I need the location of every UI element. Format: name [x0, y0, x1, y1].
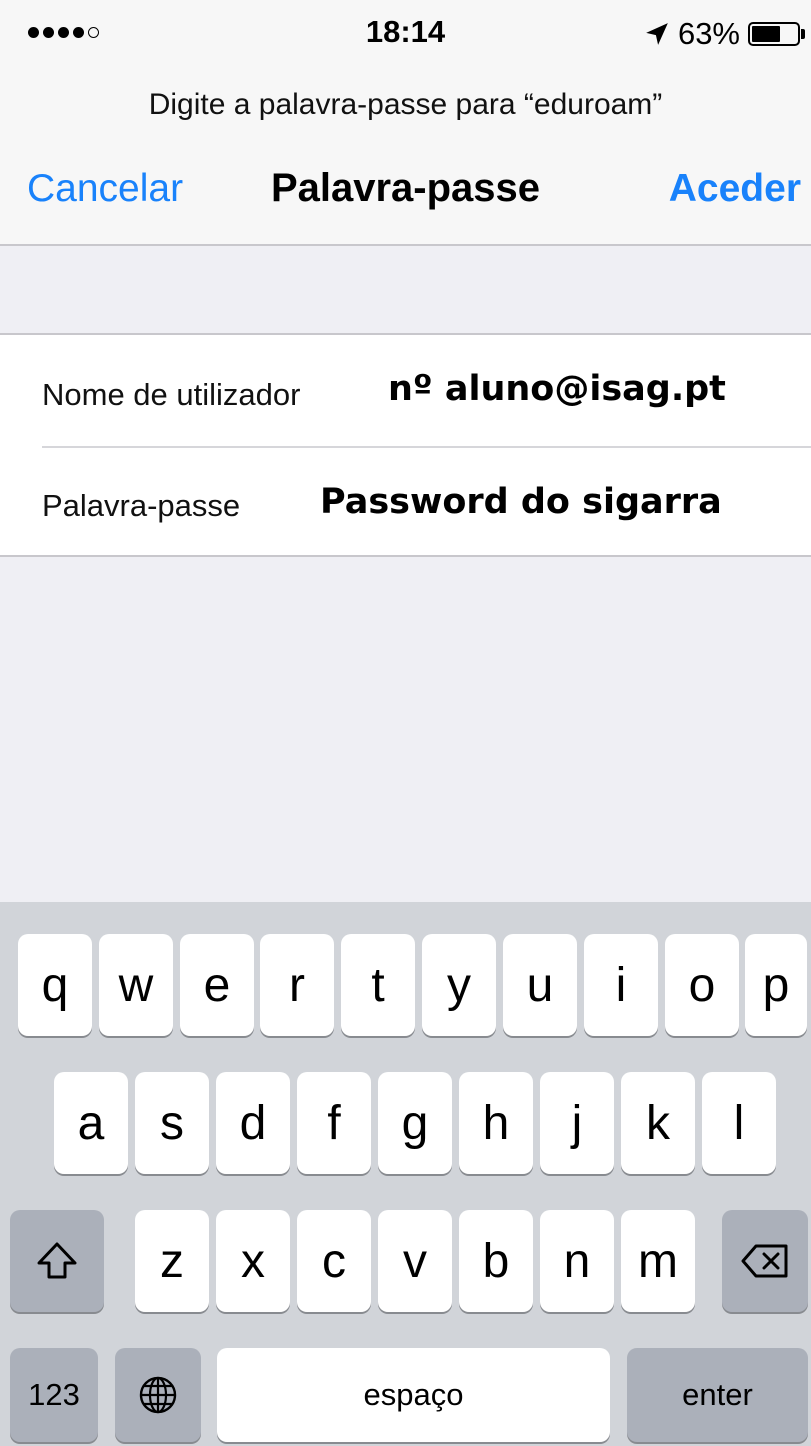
key-f[interactable]: f	[297, 1072, 371, 1174]
key-i[interactable]: i	[584, 934, 658, 1036]
key-e[interactable]: e	[180, 934, 254, 1036]
key-k[interactable]: k	[621, 1072, 695, 1174]
key-y[interactable]: y	[422, 934, 496, 1036]
key-x[interactable]: x	[216, 1210, 290, 1312]
nav-bar: Digite a palavra-passe para “eduroam” Ca…	[0, 64, 811, 246]
network-prompt: Digite a palavra-passe para “eduroam”	[148, 88, 663, 121]
battery-fill	[752, 26, 780, 42]
key-w[interactable]: w	[99, 934, 173, 1036]
key-p[interactable]: p	[745, 934, 807, 1036]
join-button[interactable]: Aceder	[669, 167, 801, 211]
battery-percent: 63%	[677, 16, 740, 51]
numbers-key[interactable]: 123	[10, 1348, 98, 1442]
key-j[interactable]: j	[540, 1072, 614, 1174]
key-t[interactable]: t	[341, 934, 415, 1036]
status-bar: 18:14 63%	[0, 0, 811, 64]
credentials-form: Nome de utilizador nº aluno@isag.pt Pala…	[0, 333, 811, 557]
key-z[interactable]: z	[135, 1210, 209, 1312]
password-label: Palavra-passe	[42, 488, 241, 523]
location-arrow-icon	[646, 23, 668, 45]
backspace-key[interactable]	[722, 1210, 808, 1312]
key-l[interactable]: l	[702, 1072, 776, 1174]
key-q[interactable]: q	[18, 934, 92, 1036]
battery-group: 63%	[644, 14, 805, 54]
backspace-icon	[741, 1244, 788, 1278]
key-g[interactable]: g	[378, 1072, 452, 1174]
key-s[interactable]: s	[135, 1072, 209, 1174]
key-m[interactable]: m	[621, 1210, 695, 1312]
key-c[interactable]: c	[297, 1210, 371, 1312]
globe-icon	[139, 1376, 177, 1414]
key-d[interactable]: d	[216, 1072, 290, 1174]
battery-icon	[748, 22, 800, 46]
username-row[interactable]: Nome de utilizador nº aluno@isag.pt	[42, 335, 811, 448]
key-o[interactable]: o	[665, 934, 739, 1036]
space-key[interactable]: espaço	[217, 1348, 610, 1442]
shift-icon	[37, 1242, 77, 1279]
password-field[interactable]: Password do sigarra	[320, 482, 722, 522]
key-h[interactable]: h	[459, 1072, 533, 1174]
key-v[interactable]: v	[378, 1210, 452, 1312]
keyboard: q w e r t y u i o p a s d f g h j k l z …	[0, 902, 811, 1446]
enter-key[interactable]: enter	[627, 1348, 808, 1442]
key-n[interactable]: n	[540, 1210, 614, 1312]
shift-key[interactable]	[10, 1210, 104, 1312]
password-row[interactable]: Palavra-passe Password do sigarra	[42, 446, 811, 557]
globe-key[interactable]	[115, 1348, 201, 1442]
key-r[interactable]: r	[260, 934, 334, 1036]
key-a[interactable]: a	[54, 1072, 128, 1174]
key-u[interactable]: u	[503, 934, 577, 1036]
username-field[interactable]: nº aluno@isag.pt	[388, 369, 726, 409]
key-b[interactable]: b	[459, 1210, 533, 1312]
username-label: Nome de utilizador	[42, 377, 301, 412]
